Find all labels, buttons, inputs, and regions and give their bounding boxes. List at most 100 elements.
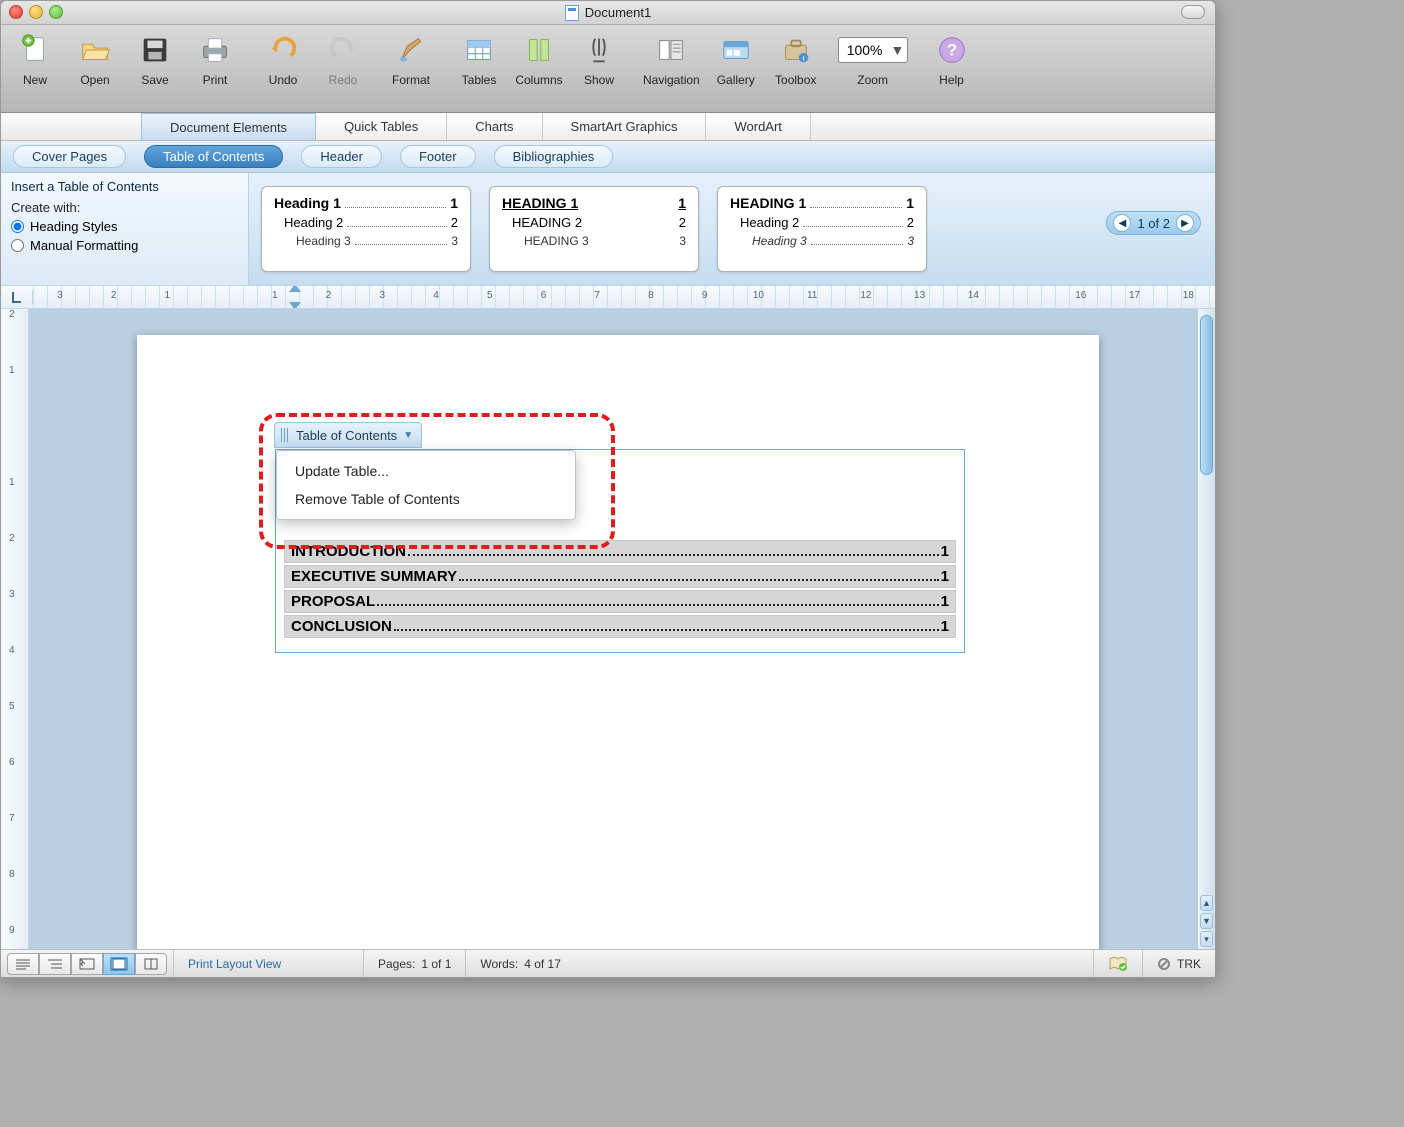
view-buttons <box>1 953 173 975</box>
radio-manual-formatting[interactable]: Manual Formatting <box>11 238 238 253</box>
minimize-window-button[interactable] <box>29 5 43 19</box>
cat-footer[interactable]: Footer <box>400 145 476 168</box>
radio-manual-formatting-label: Manual Formatting <box>30 238 138 253</box>
pager-label: 1 of 2 <box>1137 216 1170 231</box>
toc-field-tab-label: Table of Contents <box>296 428 397 443</box>
close-window-button[interactable] <box>9 5 23 19</box>
create-with-label: Create with: <box>11 200 238 215</box>
page[interactable]: Table of Contents ▼ Update Table... Remo… <box>137 335 1099 949</box>
menu-update-table[interactable]: Update Table... <box>277 457 575 485</box>
toc-field[interactable]: Table of Contents ▼ Update Table... Remo… <box>275 449 965 653</box>
scroll-up-button[interactable]: ▲ <box>1200 895 1213 911</box>
format-button[interactable]: Format <box>387 31 435 87</box>
scroll-down-button[interactable]: ▼ <box>1200 913 1213 929</box>
indent-marker-icon[interactable] <box>289 302 301 308</box>
radio-heading-styles-input[interactable] <box>11 220 24 233</box>
app-window: Document1 New Open Save Print <box>0 0 1216 978</box>
cat-header[interactable]: Header <box>301 145 382 168</box>
view-notebook-button[interactable] <box>135 953 167 975</box>
status-pages[interactable]: Pages: 1 of 1 <box>363 950 465 977</box>
svg-text:?: ? <box>946 41 956 60</box>
svg-text:i: i <box>802 55 804 62</box>
vertical-ruler[interactable]: 21123456789 <box>1 309 29 949</box>
window-title: Document1 <box>585 5 651 20</box>
help-button[interactable]: ? Help <box>928 31 976 87</box>
radio-heading-styles[interactable]: Heading Styles <box>11 219 238 234</box>
toc-dropdown-menu: Update Table... Remove Table of Contents <box>276 450 576 520</box>
document-icon <box>565 5 579 21</box>
status-track-changes[interactable]: TRK <box>1142 950 1215 977</box>
navigation-label: Navigation <box>643 73 700 87</box>
gallery-button[interactable]: Gallery <box>712 31 760 87</box>
tab-smartart[interactable]: SmartArt Graphics <box>543 113 707 140</box>
zoom-window-button[interactable] <box>49 5 63 19</box>
zoom-value: 100% <box>843 42 887 58</box>
save-button[interactable]: Save <box>131 31 179 87</box>
scroll-page-button[interactable]: ▾ <box>1200 931 1213 947</box>
window-controls <box>9 5 63 19</box>
undo-button[interactable]: Undo <box>259 31 307 87</box>
save-label: Save <box>141 73 168 87</box>
category-bar: Cover Pages Table of Contents Header Foo… <box>1 141 1215 173</box>
chevron-down-icon[interactable]: ▼ <box>403 430 413 441</box>
navigation-button[interactable]: Navigation <box>643 31 700 87</box>
trk-label: TRK <box>1177 957 1201 971</box>
tab-quick-tables[interactable]: Quick Tables <box>316 113 447 140</box>
scrollbar-thumb[interactable] <box>1200 315 1213 475</box>
status-spellcheck[interactable] <box>1093 950 1142 977</box>
show-button[interactable]: Show <box>575 31 623 87</box>
toc-style-card[interactable]: HEADING 11 Heading 22 Heading 33 <box>717 186 927 272</box>
document-canvas[interactable]: Table of Contents ▼ Update Table... Remo… <box>29 309 1197 949</box>
gallery-label: Gallery <box>717 73 755 87</box>
toolbar-toggle-button[interactable] <box>1181 5 1205 19</box>
zoom-control[interactable]: 100% ▼ Zoom <box>838 31 908 87</box>
tab-charts[interactable]: Charts <box>447 113 542 140</box>
cat-table-of-contents[interactable]: Table of Contents <box>144 145 283 168</box>
radio-manual-formatting-input[interactable] <box>11 239 24 252</box>
cat-bibliographies[interactable]: Bibliographies <box>494 145 614 168</box>
radio-heading-styles-label: Heading Styles <box>30 219 117 234</box>
toc-field-tab[interactable]: Table of Contents ▼ <box>274 422 422 448</box>
toc-style-card[interactable]: HEADING 11 HEADING 22 HEADING 33 <box>489 186 699 272</box>
tables-button[interactable]: Tables <box>455 31 503 87</box>
columns-button[interactable]: Columns <box>515 31 563 87</box>
new-button[interactable]: New <box>11 31 59 87</box>
view-draft-button[interactable] <box>7 953 39 975</box>
menu-remove-toc[interactable]: Remove Table of Contents <box>277 485 575 513</box>
show-label: Show <box>584 73 614 87</box>
indent-marker-icon[interactable] <box>289 286 301 292</box>
options-panel: Insert a Table of Contents Create with: … <box>1 173 249 285</box>
editor-area: 21123456789 Table of Contents ▼ Update T… <box>1 309 1215 949</box>
cat-cover-pages[interactable]: Cover Pages <box>13 145 126 168</box>
options-row: Insert a Table of Contents Create with: … <box>1 173 1215 285</box>
ribbon-tabs: Document Elements Quick Tables Charts Sm… <box>1 113 1215 141</box>
ruler-row: 3211234567891011121314161718 <box>1 285 1215 309</box>
toc-entry[interactable]: CONCLUSION1 <box>284 615 956 638</box>
toc-style-card[interactable]: Heading 11 Heading 22 Heading 33 <box>261 186 471 272</box>
tab-document-elements[interactable]: Document Elements <box>141 113 316 140</box>
pages-label: Pages: <box>378 957 415 971</box>
pager-next-button[interactable]: ▶ <box>1176 214 1194 232</box>
print-label: Print <box>203 73 228 87</box>
record-off-icon <box>1157 957 1171 971</box>
view-print-layout-button[interactable] <box>103 953 135 975</box>
drag-grip-icon[interactable] <box>281 428 290 442</box>
vertical-scrollbar[interactable]: ▲ ▼ ▾ <box>1197 309 1215 949</box>
toc-entry[interactable]: INTRODUCTION1 <box>284 540 956 563</box>
tab-stop-selector[interactable] <box>1 290 33 304</box>
print-button[interactable]: Print <box>191 31 239 87</box>
undo-label: Undo <box>269 73 298 87</box>
horizontal-ruler[interactable]: 3211234567891011121314161718 <box>33 286 1215 308</box>
redo-button[interactable]: Redo <box>319 31 367 87</box>
redo-label: Redo <box>329 73 358 87</box>
toolbox-button[interactable]: i Toolbox <box>772 31 820 87</box>
view-outline-button[interactable] <box>39 953 71 975</box>
chevron-down-icon[interactable]: ▼ <box>887 42 903 58</box>
view-publishing-button[interactable] <box>71 953 103 975</box>
pager-prev-button[interactable]: ◀ <box>1113 214 1131 232</box>
toc-entry[interactable]: EXECUTIVE SUMMARY1 <box>284 565 956 588</box>
tab-wordart[interactable]: WordArt <box>706 113 810 140</box>
status-words[interactable]: Words: 4 of 17 <box>465 950 575 977</box>
open-button[interactable]: Open <box>71 31 119 87</box>
toc-entry[interactable]: PROPOSAL1 <box>284 590 956 613</box>
